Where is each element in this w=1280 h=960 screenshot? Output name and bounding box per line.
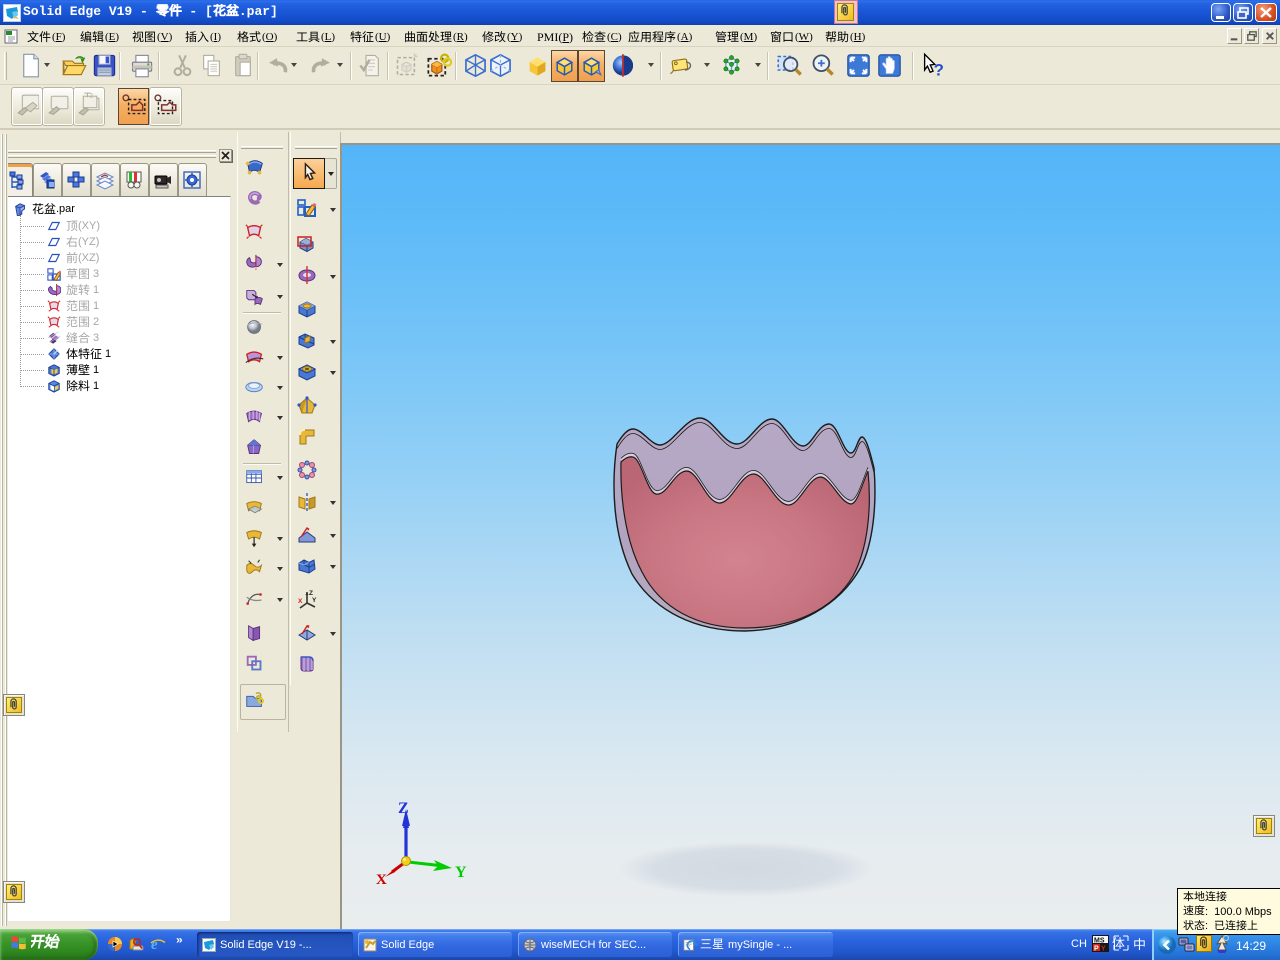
svg-text:Y: Y — [1101, 946, 1106, 953]
svg-text:Y: Y — [312, 597, 317, 604]
svg-text:P: P — [1094, 946, 1099, 953]
svg-text:MS: MS — [1094, 938, 1105, 945]
svg-text:X: X — [298, 598, 303, 605]
svg-text:Z: Z — [309, 590, 313, 597]
svg-text:2: 2 — [90, 92, 94, 99]
svg-text:?: ? — [934, 61, 944, 79]
svg-text:e: e — [151, 937, 158, 952]
svg-text:Y: Y — [455, 864, 467, 881]
svg-text:X: X — [376, 872, 387, 888]
